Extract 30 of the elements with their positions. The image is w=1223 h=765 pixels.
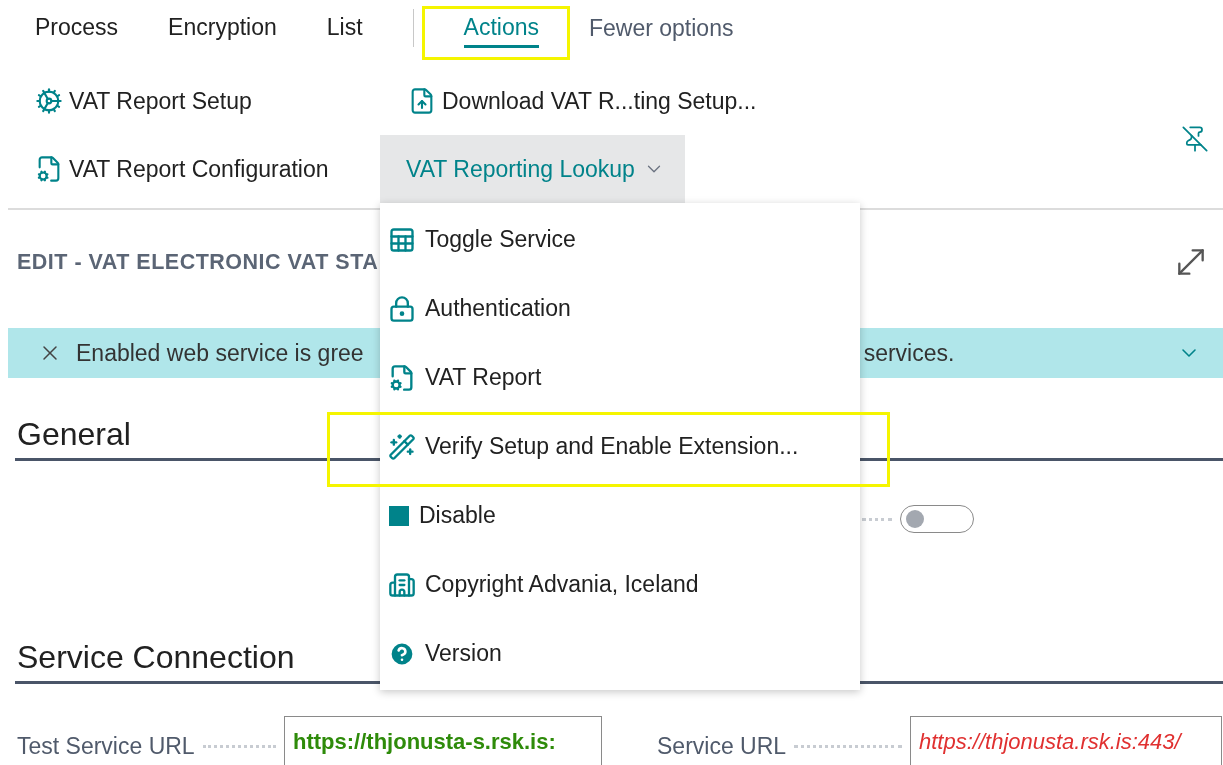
action-button[interactable]: VAT Report Configuration	[35, 149, 329, 189]
menu-item[interactable]: Verify Setup and Enable Extension...	[380, 412, 860, 481]
tab[interactable]: List	[326, 8, 363, 48]
toggle-switch[interactable]	[900, 505, 974, 533]
building-icon	[388, 570, 416, 599]
field-label: Service URL	[657, 732, 787, 760]
url-field[interactable]: https://thjonusta-s.rsk.is:	[284, 716, 602, 765]
banner-text: services.	[863, 339, 955, 367]
menu-item[interactable]: Disable	[380, 481, 860, 550]
field-label: Test Service URL	[17, 732, 195, 760]
menu-item[interactable]: Copyright Advania, Iceland	[380, 550, 860, 619]
square-icon	[388, 504, 410, 527]
page-title: EDIT - VAT ELECTRONIC VAT STA	[17, 249, 379, 275]
fewer-options-link[interactable]: Fewer options	[589, 14, 734, 42]
wand-icon	[388, 432, 416, 461]
unpin-icon[interactable]	[1181, 125, 1209, 153]
lookup-dropdown-button[interactable]: VAT Reporting Lookup	[380, 135, 685, 203]
tab[interactable]: Process	[35, 8, 119, 48]
menu-item[interactable]: Version	[380, 619, 860, 688]
menu-item[interactable]: VAT Report	[380, 343, 860, 412]
action-button[interactable]: Download VAT R...ting Setup...	[380, 81, 757, 121]
menu-item[interactable]: Authentication	[380, 274, 860, 343]
menu-item[interactable]: Toggle Service	[380, 205, 860, 274]
file-gear-icon	[388, 363, 416, 392]
padlock-icon	[388, 294, 416, 323]
tab[interactable]: Encryption	[168, 8, 277, 48]
banner-text: Enabled web service is gree	[76, 339, 364, 367]
action-button[interactable]: VAT Report Setup	[35, 81, 252, 121]
url-field[interactable]: https://thjonusta.rsk.is:443/	[910, 716, 1222, 765]
tab[interactable]: Actions	[463, 8, 539, 48]
